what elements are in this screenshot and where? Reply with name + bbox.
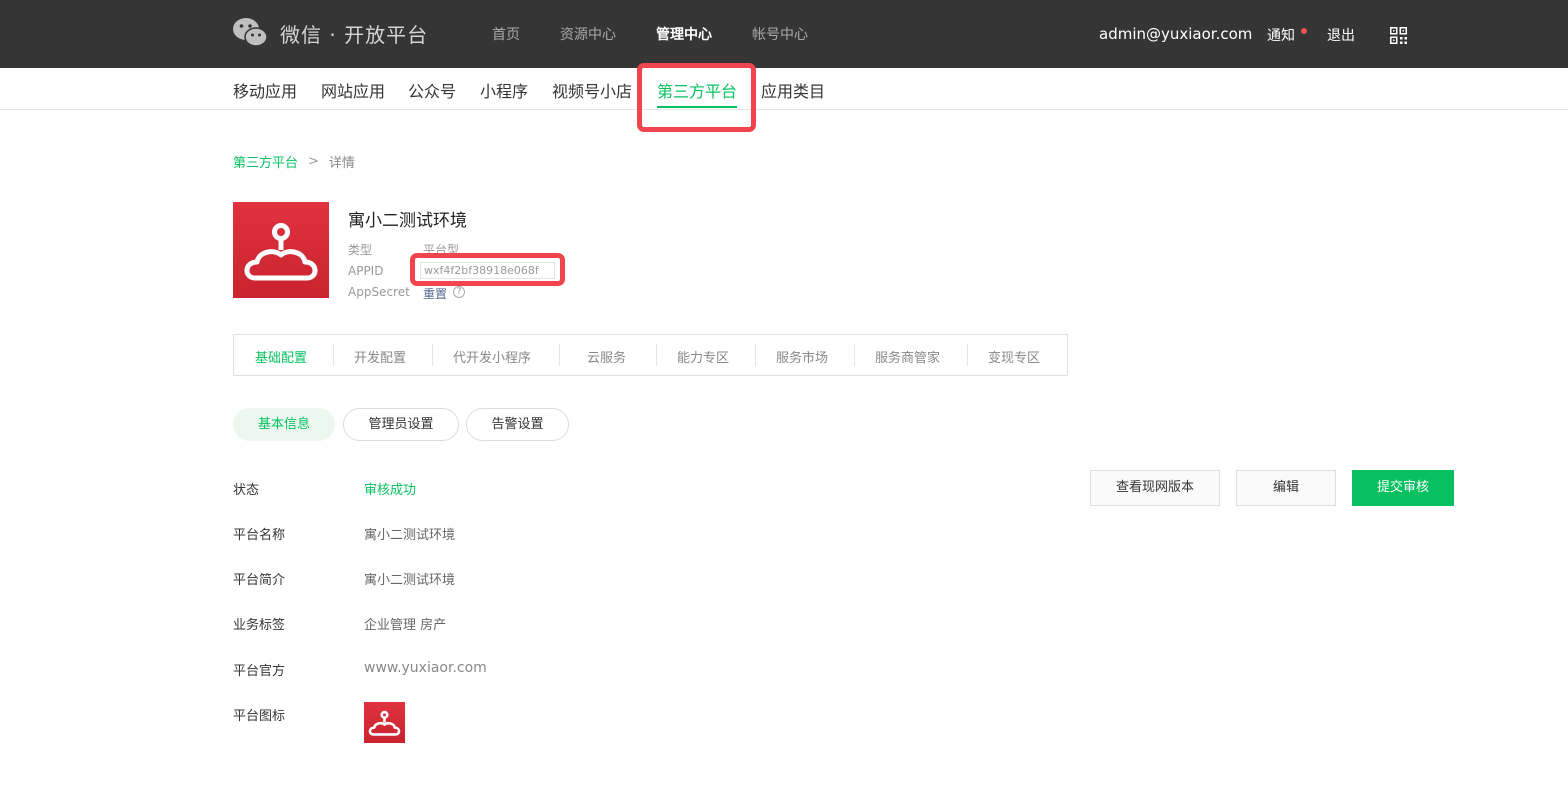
nav-account[interactable]: 帐号中心 [752, 24, 808, 44]
submit-review-button[interactable]: 提交审核 [1352, 470, 1454, 506]
tab-dev-config[interactable]: 开发配置 [354, 347, 406, 366]
official-site-value[interactable]: www.yuxiaor.com [364, 660, 487, 676]
tab-divider [656, 344, 657, 366]
subnav-app-categories[interactable]: 应用类目 [761, 78, 825, 102]
sub-nav: 移动应用 网站应用 公众号 小程序 视频号小店 第三方平台 应用类目 [0, 68, 1568, 110]
tab-dev-mini-programs[interactable]: 代开发小程序 [453, 347, 531, 366]
tab-divider [854, 344, 855, 366]
config-tabs: 基础配置 开发配置 代开发小程序 云服务 能力专区 服务市场 服务商管家 变现专… [233, 334, 1068, 376]
tab-divider [755, 344, 756, 366]
subnav-channels-shop[interactable]: 视频号小店 [552, 78, 632, 102]
official-site-label: 平台官方 [233, 664, 286, 679]
hanger-cloud-icon [244, 223, 318, 281]
notice-dot-icon [1301, 28, 1307, 34]
highlight-box-appid [410, 253, 565, 286]
tab-capabilities[interactable]: 能力专区 [677, 347, 729, 366]
tab-service-butler[interactable]: 服务商管家 [875, 347, 940, 366]
top-header: 微信 · 开放平台 首页 资源中心 管理中心 帐号中心 admin@yuxiao… [0, 0, 1568, 68]
status-value: 审核成功 [364, 483, 417, 498]
breadcrumb-parent[interactable]: 第三方平台 [233, 152, 298, 171]
tab-divider [333, 344, 334, 366]
hanger-cloud-icon [368, 710, 401, 736]
appid-label: APPID [348, 264, 384, 278]
app-name: 寓小二测试环境 [348, 211, 467, 231]
brand-name: 微信 · 开放平台 [280, 22, 429, 47]
wechat-logo-icon [233, 18, 268, 47]
app-logo [233, 202, 329, 298]
platform-icon [364, 702, 405, 743]
subnav-mobile-apps[interactable]: 移动应用 [233, 78, 297, 102]
tab-cloud-service[interactable]: 云服务 [587, 347, 626, 366]
logout-link[interactable]: 退出 [1327, 25, 1355, 45]
breadcrumb: 第三方平台 > 详情 [233, 152, 355, 171]
platform-name-label: 平台名称 [233, 528, 286, 543]
platform-intro-label: 平台简介 [233, 573, 286, 588]
qrcode-icon[interactable] [1390, 27, 1407, 44]
tab-divider [967, 344, 968, 366]
subnav-web-apps[interactable]: 网站应用 [321, 78, 385, 102]
highlight-box-third-party [637, 63, 756, 132]
platform-intro-value: 寓小二测试环境 [364, 573, 456, 588]
nav-home[interactable]: 首页 [492, 24, 520, 44]
subnav-official-accounts[interactable]: 公众号 [408, 78, 456, 102]
subtab-alert-settings[interactable]: 告警设置 [466, 408, 569, 441]
platform-icon-label: 平台图标 [233, 709, 286, 724]
breadcrumb-current: 详情 [328, 156, 355, 171]
view-live-version-button[interactable]: 查看现网版本 [1090, 470, 1220, 506]
reset-secret-link[interactable]: 重置 [423, 285, 447, 302]
appsecret-label: AppSecret [348, 285, 410, 299]
tab-service-market[interactable]: 服务市场 [776, 347, 828, 366]
edit-button[interactable]: 编辑 [1236, 470, 1336, 506]
nav-management[interactable]: 管理中心 [656, 24, 712, 44]
subtab-basic-info[interactable]: 基本信息 [233, 408, 335, 441]
help-icon[interactable]: ? [453, 286, 465, 298]
type-label: 类型 [348, 243, 373, 257]
subnav-mini-programs[interactable]: 小程序 [480, 78, 528, 102]
subtab-admin-settings[interactable]: 管理员设置 [343, 408, 459, 441]
tab-divider [432, 344, 433, 366]
brand-logo[interactable]: 微信 · 开放平台 [232, 16, 428, 50]
tab-basic-config[interactable]: 基础配置 [255, 347, 307, 366]
notice-link[interactable]: 通知 [1267, 25, 1295, 45]
breadcrumb-separator: > [308, 154, 319, 169]
business-tags-label: 业务标签 [233, 618, 286, 633]
tab-divider [559, 344, 560, 366]
platform-name-value: 寓小二测试环境 [364, 528, 456, 543]
tab-monetization[interactable]: 变现专区 [988, 347, 1040, 366]
user-email[interactable]: admin@yuxiaor.com [1099, 25, 1252, 43]
business-tags-value: 企业管理 房产 [364, 618, 447, 633]
status-label: 状态 [233, 483, 260, 498]
nav-resources[interactable]: 资源中心 [560, 24, 616, 44]
